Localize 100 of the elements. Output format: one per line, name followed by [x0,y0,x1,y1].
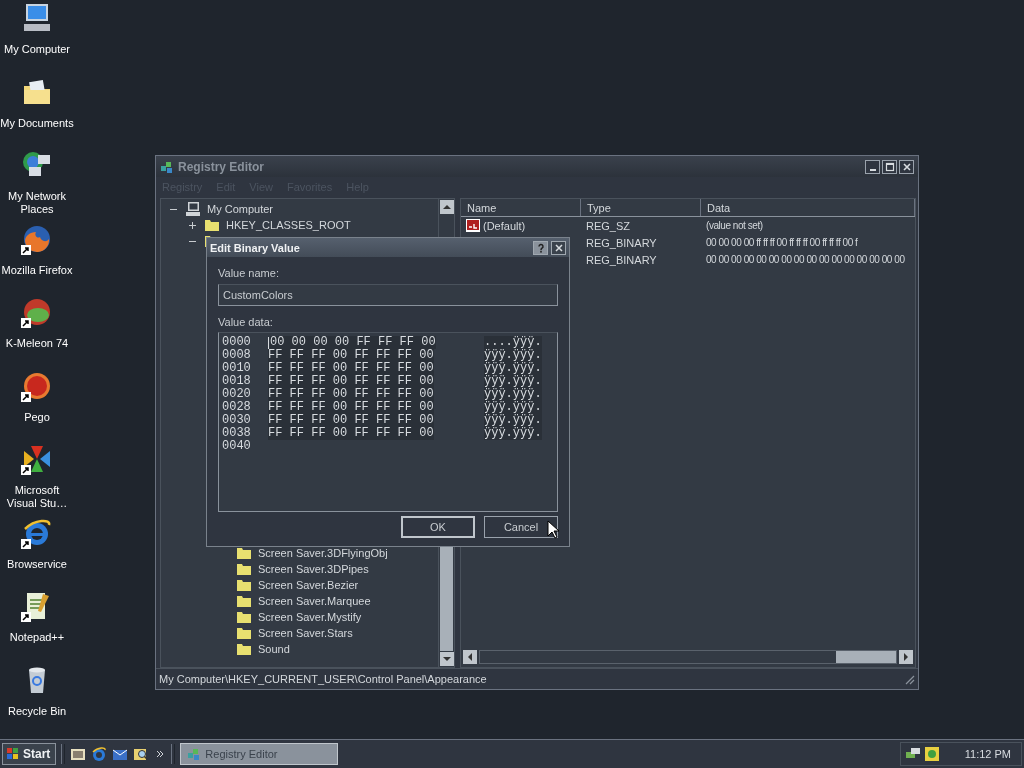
folder-icon [236,593,252,609]
computer-icon [185,201,201,217]
column-header[interactable]: Type [581,199,701,216]
hex-offset: 0010 [222,362,252,375]
desktop-icon-label[interactable]: My Network Places [0,190,74,216]
hex-offset: 0030 [222,414,252,427]
hex-ascii: ÿÿÿ.ÿÿÿ. [484,349,542,362]
hex-offset: 0000 [222,336,252,349]
value-data: (value not set) [706,220,763,231]
desktop-icon[interactable] [70,746,87,762]
window-title: Registry Editor [178,159,265,174]
value-name-field[interactable]: CustomColors [218,284,558,306]
windows-logo-icon [6,747,20,761]
hex-offset: 0040 [222,440,252,453]
scroll-left-icon[interactable] [463,650,477,664]
status-bar-path: My Computer\HKEY_CURRENT_USER\Control Panel\Appearance [159,673,487,685]
resize-grip-icon[interactable] [903,673,915,685]
value-data: 00 00 00 00 ff ff ff 00 ff ff ff 00 ff ff ff 00 f [706,237,858,248]
folder-icon [236,625,252,641]
value-type: REG_SZ [586,219,630,232]
registry-icon [160,159,174,174]
hex-offset: 0018 [222,375,252,388]
column-header[interactable]: Data [701,199,915,216]
desktop-icon-label[interactable]: Recycle Bin [7,704,67,718]
hex-offset: 0038 [222,427,252,440]
maximize-button[interactable] [882,159,897,174]
hex-offset: 0028 [222,401,252,414]
tree-item[interactable]: Screen Saver.Mystify [256,611,362,623]
expander-icon[interactable] [188,220,197,230]
close-icon [553,242,564,253]
tree-item[interactable]: Screen Saver.3DFlyingObj [256,547,388,559]
close-button[interactable] [551,240,566,255]
computer-icon[interactable] [21,2,53,34]
horizontal-scrollbar[interactable] [461,649,915,667]
visualstudio-icon[interactable] [21,443,53,475]
hex-bytes: FF FF FF 00 FF FF FF 00 [268,388,434,401]
scroll-down-icon[interactable] [440,652,454,666]
folder-icon [236,609,252,625]
scrollbar-thumb[interactable] [836,651,896,663]
scroll-right-icon[interactable] [899,650,913,664]
mouse-pointer-icon [547,520,559,539]
value-name[interactable]: (Default) [483,219,526,232]
search-icon[interactable] [133,746,150,762]
hex-bytes: FF FF FF 00 FF FF FF 00 [268,375,434,388]
tree-item[interactable]: My Computer [205,203,274,215]
tree-item[interactable]: Screen Saver.Marquee [256,595,371,607]
close-icon [901,161,912,172]
value-type: REG_BINARY [586,253,657,266]
string-value-icon [466,218,480,233]
tree-item[interactable]: Screen Saver.3DPipes [256,563,369,575]
folder-icon [236,545,252,561]
folder-icon [204,217,220,233]
desktop-icon-label[interactable]: K-Meleon 74 [5,337,69,350]
hex-editor[interactable] [218,332,558,512]
ok-button[interactable]: OK [401,516,475,538]
dialog-title: Edit Binary Value [210,241,301,254]
desktop-icon-label[interactable]: Microsoft Visual Stu… [0,484,74,510]
hex-ascii: ....ÿÿÿ. [484,336,542,349]
start-button[interactable]: Start [2,743,57,765]
hex-ascii: ÿÿÿ.ÿÿÿ. [484,388,542,401]
desktop-icon-label[interactable]: My Computer [4,43,70,56]
kmeleon-icon[interactable] [21,296,53,328]
text-cursor [268,336,269,349]
tree-item[interactable]: Screen Saver.Bezier [256,579,359,591]
desktop-icon-label[interactable]: Pego [24,410,50,424]
desktop-icon-label[interactable]: My Documents [0,116,74,130]
desktop-icon-label[interactable]: Mozilla Firefox [1,263,73,277]
hex-ascii: ÿÿÿ.ÿÿÿ. [484,414,542,427]
close-button[interactable] [899,159,914,174]
registry-icon [187,747,202,761]
hex-offset: 0020 [222,388,252,401]
hex-bytes: FF FF FF 00 FF FF FF 00 [268,427,434,440]
value-name-label: Value name: [218,267,280,279]
desktop-icon-label[interactable]: Browservice [7,557,67,571]
hex-ascii: ÿÿÿ.ÿÿÿ. [484,375,542,388]
value-data: 00 00 00 00 00 00 00 00 00 00 00 00 00 00 00 00 [706,254,905,265]
folder-icon [236,641,252,657]
clock: 11:12 PM [964,748,1011,760]
hex-bytes: 00 00 00 00 FF FF FF 00 [270,336,436,349]
minimize-icon [869,168,876,171]
hex-offset: 0008 [222,349,252,362]
folder-icon [236,561,252,577]
tree-item[interactable]: Screen Saver.Stars [256,627,353,639]
chevron-icon[interactable] [156,750,165,758]
folder-icon [236,577,252,593]
hex-ascii: ÿÿÿ.ÿÿÿ. [484,362,542,375]
column-header[interactable]: Name [461,199,581,216]
help-button[interactable] [533,240,548,255]
hex-bytes: FF FF FF 00 FF FF FF 00 [268,401,434,414]
desktop-icon-label[interactable]: Notepad++ [9,631,65,644]
hex-bytes: FF FF FF 00 FF FF FF 00 [268,362,434,375]
tree-item[interactable]: HKEY_CLASSES_ROOT [224,219,351,231]
hex-ascii: ÿÿÿ.ÿÿÿ. [484,427,542,440]
tree-item[interactable]: Sound [256,643,290,655]
scroll-up-icon[interactable] [440,200,454,214]
ie-icon[interactable] [91,746,108,762]
hex-bytes: FF FF FF 00 FF FF FF 00 [268,414,434,427]
minimize-button[interactable] [865,159,880,174]
shield-icon[interactable] [923,746,940,762]
value-data-label: Value data: [218,316,274,328]
